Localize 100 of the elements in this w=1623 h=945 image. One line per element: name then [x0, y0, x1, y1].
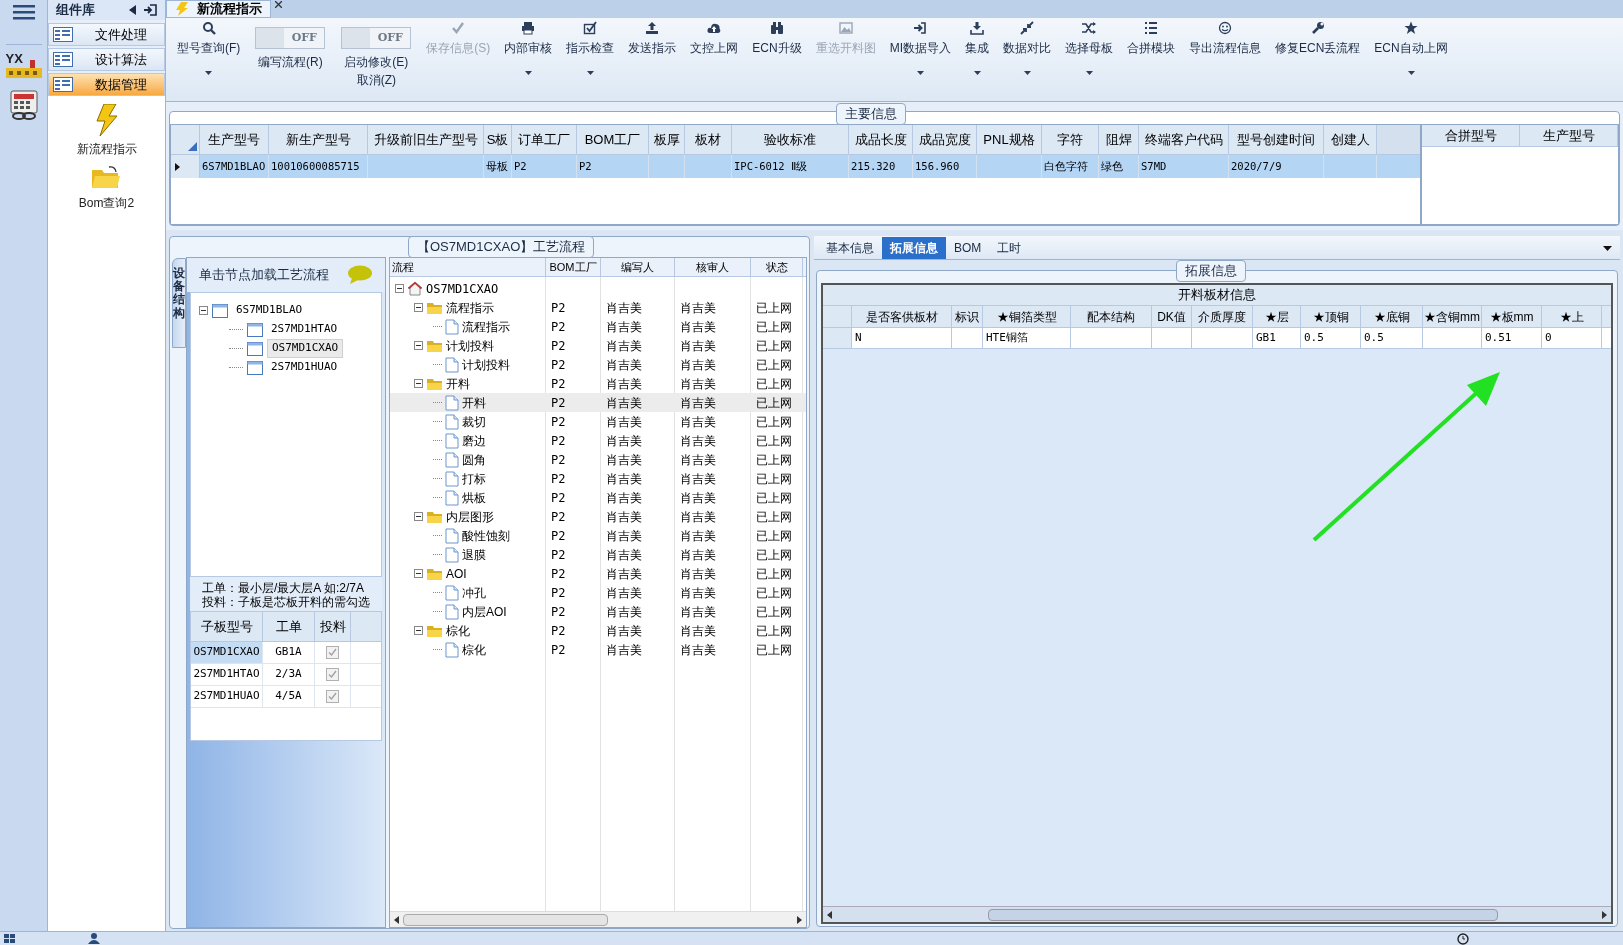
dropdown-caret-icon[interactable]	[586, 71, 594, 75]
column-header[interactable]: ★含铜mm	[1423, 306, 1482, 327]
checkbox[interactable]	[326, 668, 339, 681]
tree-row[interactable]: 酸性蚀刻 P2 肖吉美 肖吉美 已上网	[390, 526, 806, 545]
column-header[interactable]: 编写人	[601, 258, 675, 276]
yx-logo[interactable]: YX	[5, 44, 42, 78]
column-header[interactable]: ★层	[1253, 306, 1301, 327]
tool-shortcut[interactable]: Bom查询2	[78, 166, 135, 212]
dropdown-caret-icon[interactable]	[973, 71, 981, 75]
column-header[interactable]: ★板mm	[1482, 306, 1542, 327]
dropdown-caret-icon[interactable]	[1023, 71, 1031, 75]
sidebar-item[interactable]: 文件处理	[48, 23, 165, 46]
column-header[interactable]: 升级前旧生产型号	[368, 125, 484, 154]
column-header[interactable]: ★上	[1542, 306, 1602, 327]
column-header[interactable]: 工单	[263, 612, 315, 641]
dropdown-caret-icon[interactable]	[1407, 71, 1415, 75]
tree-item[interactable]: 2S7MD1HUAO	[267, 359, 342, 376]
collapse-icon[interactable]	[414, 569, 423, 578]
collapse-icon[interactable]	[414, 379, 423, 388]
tree-row[interactable]: 流程指示 P2 肖吉美 肖吉美 已上网	[390, 298, 806, 317]
column-header[interactable]: BOM工厂	[546, 258, 601, 276]
checkbox[interactable]	[326, 690, 339, 703]
close-icon[interactable]	[275, 1, 282, 8]
dropdown-caret-icon[interactable]	[1603, 246, 1612, 251]
tab[interactable]: 拓展信息	[882, 237, 946, 259]
dropdown-caret-icon[interactable]	[205, 71, 213, 75]
column-header[interactable]: 子板型号	[191, 612, 263, 641]
scroll-left-icon[interactable]	[394, 915, 399, 924]
column-header[interactable]: 新生产型号	[269, 125, 368, 154]
collapse-icon[interactable]	[414, 626, 423, 635]
column-header[interactable]: BOM工厂	[577, 125, 649, 154]
table-row[interactable]: 6S7MD1BLAO 10010600085715 母板 P2 P2 IPC-6012 Ⅱ级 215.320 156.960 白色字符 绿色 S7MD 2020/7/9	[171, 155, 1420, 178]
column-header[interactable]: 标识	[952, 306, 983, 327]
toolbar-button[interactable]: 导出流程信息	[1182, 21, 1268, 99]
toolbar-button[interactable]: ECN升级	[745, 21, 809, 99]
column-header[interactable]: 流程	[390, 258, 546, 276]
exit-icon[interactable]	[144, 4, 157, 16]
toolbar-button[interactable]: 指示检查	[559, 21, 622, 99]
scroll-left-icon[interactable]	[827, 910, 832, 919]
tree-row[interactable]: 开料 P2 肖吉美 肖吉美 已上网	[390, 393, 806, 412]
column-header[interactable]: 字符	[1042, 125, 1099, 154]
tool-shortcut[interactable]: 新流程指示	[76, 104, 137, 158]
column-header[interactable]: DK值	[1152, 306, 1192, 327]
dropdown-caret-icon[interactable]	[524, 71, 532, 75]
column-header[interactable]: 介质厚度	[1192, 306, 1253, 327]
sidebar-item[interactable]: 数据管理	[48, 73, 165, 96]
column-header[interactable]: 是否客供板材	[852, 306, 952, 327]
tree-row[interactable]: 磨边 P2 肖吉美 肖吉美 已上网	[390, 431, 806, 450]
document-tab[interactable]: 新流程指示	[166, 0, 271, 18]
menu-icon[interactable]	[12, 4, 35, 20]
scroll-thumb[interactable]	[988, 908, 1498, 921]
tree-row[interactable]: 裁切 P2 肖吉美 肖吉美 已上网	[390, 412, 806, 431]
toolbar-button[interactable]: 型号查询(F)	[170, 21, 248, 99]
tree-row[interactable]: OS7MD1CXAO	[390, 279, 806, 298]
tree-item[interactable]: 6S7MD1BLAO	[232, 302, 307, 319]
column-header[interactable]: 生产型号	[200, 125, 269, 154]
toggle-switch[interactable]: OFF	[255, 27, 326, 49]
toolbar-button[interactable]: 集成	[958, 21, 996, 99]
row-header[interactable]	[171, 155, 200, 178]
dropdown-caret-icon[interactable]	[1085, 71, 1093, 75]
collapse-icon[interactable]	[414, 341, 423, 350]
toolbar-button[interactable]: 数据对比	[996, 21, 1058, 99]
column-header[interactable]: 终端客户代码	[1139, 125, 1229, 154]
column-header[interactable]: ★顶铜	[1301, 306, 1361, 327]
toolbar-button[interactable]: MI数据导入	[882, 21, 958, 99]
tree-item[interactable]: 2S7MD1HTAO	[267, 321, 342, 338]
column-header[interactable]: 板材	[685, 125, 732, 154]
tree-row[interactable]: 内层图形 P2 肖吉美 肖吉美 已上网	[390, 507, 806, 526]
tree-row[interactable]: 计划投料 P2 肖吉美 肖吉美 已上网	[390, 355, 806, 374]
column-header[interactable]: 投料	[315, 612, 351, 641]
tree-row[interactable]: 计划投料 P2 肖吉美 肖吉美 已上网	[390, 336, 806, 355]
horizontal-scrollbar[interactable]	[390, 911, 806, 927]
column-header[interactable]: 订单工厂	[512, 125, 577, 154]
column-header[interactable]: 配本结构	[1071, 306, 1152, 327]
calculator-icon[interactable]	[8, 90, 39, 120]
tree-row[interactable]: 流程指示 P2 肖吉美 肖吉美 已上网	[390, 317, 806, 336]
toolbar-button[interactable]: ECN自动上网	[1367, 21, 1455, 99]
tree-row[interactable]: 开料 P2 肖吉美 肖吉美 已上网	[390, 374, 806, 393]
tree-row[interactable]: 烘板 P2 肖吉美 肖吉美 已上网	[390, 488, 806, 507]
collapse-left-icon[interactable]	[129, 5, 136, 15]
tab[interactable]: 基本信息	[818, 237, 882, 259]
toolbar-button[interactable]: 修复ECN丢流程	[1268, 21, 1368, 99]
tree-row[interactable]: 冲孔 P2 肖吉美 肖吉美 已上网	[390, 583, 806, 602]
tab[interactable]: 工时	[989, 237, 1030, 259]
column-header[interactable]: 型号创建时间	[1229, 125, 1324, 154]
tree-item[interactable]: OS7MD1CXAO	[267, 339, 344, 358]
sidebar-item[interactable]: 设计算法	[48, 48, 165, 71]
toggle-switch[interactable]: OFF	[341, 27, 412, 49]
column-header[interactable]: 成品宽度	[913, 125, 977, 154]
tree-row[interactable]: 内层AOI P2 肖吉美 肖吉美 已上网	[390, 602, 806, 621]
column-header[interactable]: ★铜箔类型	[983, 306, 1071, 327]
toolbar-button[interactable]: 选择母板	[1058, 21, 1120, 99]
collapse-icon[interactable]	[414, 303, 423, 312]
tree-row[interactable]: AOI P2 肖吉美 肖吉美 已上网	[390, 564, 806, 583]
collapse-icon[interactable]	[199, 306, 208, 315]
column-header[interactable]: 阻焊	[1099, 125, 1139, 154]
horizontal-scrollbar[interactable]	[823, 906, 1611, 922]
tree-row[interactable]: 打标 P2 肖吉美 肖吉美 已上网	[390, 469, 806, 488]
column-header[interactable]: 核审人	[675, 258, 751, 276]
side-tab[interactable]: 设备结构	[172, 258, 186, 348]
